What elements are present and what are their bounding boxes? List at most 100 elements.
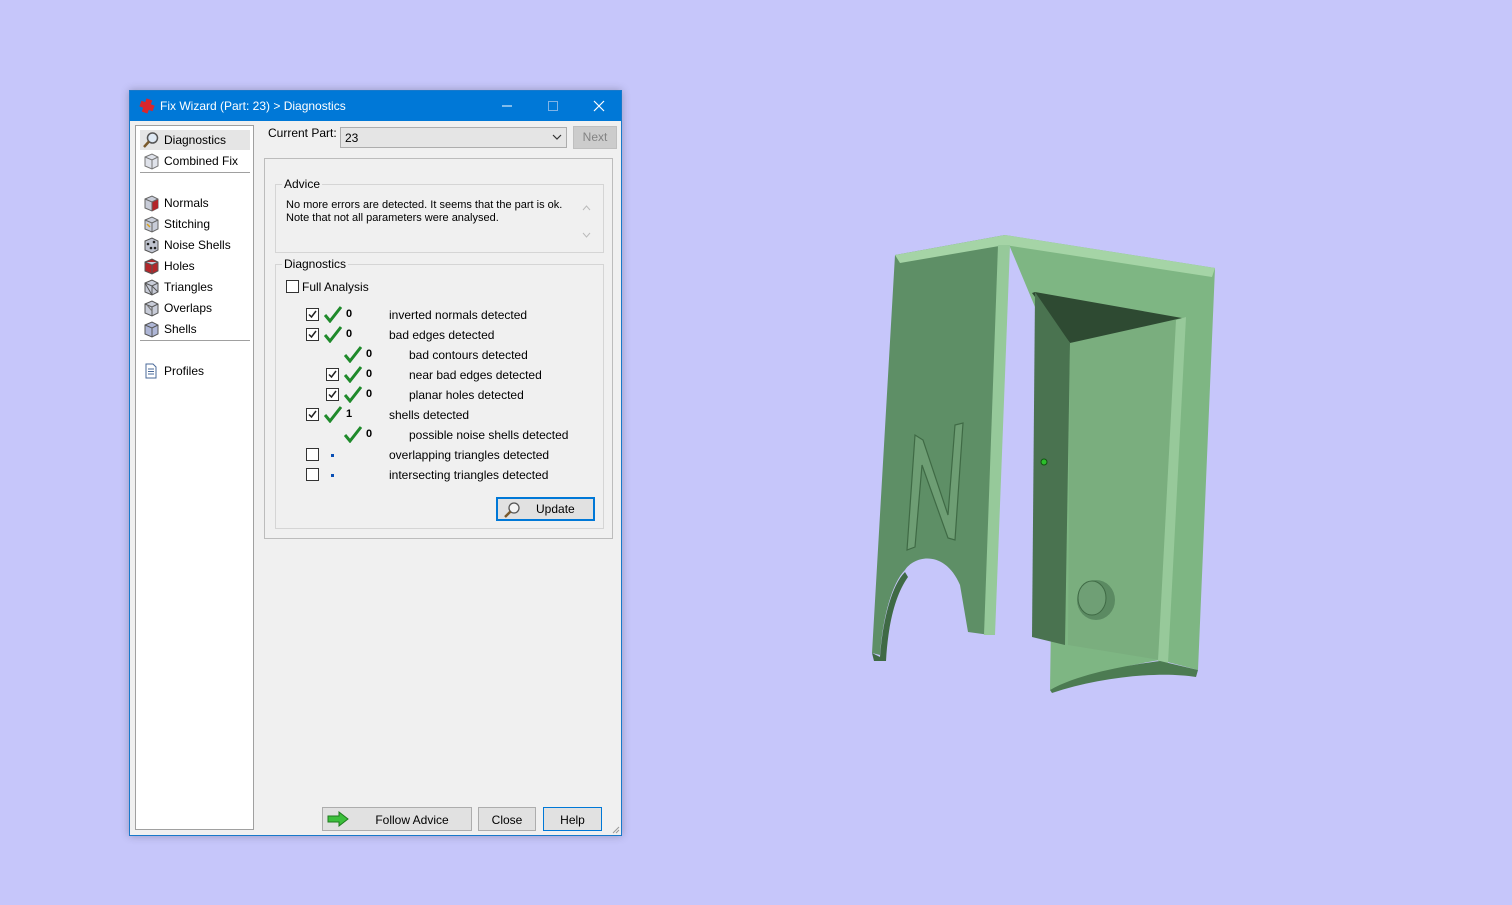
sidebar-item-overlaps[interactable]: Overlaps <box>140 298 250 318</box>
minimize-button[interactable] <box>484 91 530 121</box>
help-label: Help <box>560 813 585 827</box>
checkmark-icon <box>328 370 337 379</box>
resize-grip-icon[interactable] <box>610 824 620 834</box>
update-button[interactable]: Update <box>496 497 595 521</box>
sidebar-item-label: Triangles <box>164 280 213 294</box>
sidebar-item-diagnostics[interactable]: Diagnostics <box>140 130 250 150</box>
follow-advice-label: Follow Advice <box>375 813 449 827</box>
diagnostic-checkbox[interactable] <box>306 468 319 481</box>
checkmark-icon <box>308 410 317 419</box>
ok-check-icon <box>343 386 363 406</box>
fix-wizard-window: Fix Wizard (Part: 23) > Diagnostics Diag… <box>129 90 622 836</box>
ok-check-icon <box>323 326 343 346</box>
stitching-cube-icon <box>144 216 159 233</box>
maximize-icon <box>548 101 558 111</box>
diagnostic-row: intersecting triangles detected <box>276 465 603 485</box>
diagnostic-row: 0 planar holes detected <box>276 385 603 405</box>
cube-icon <box>144 153 159 170</box>
ok-check-icon <box>323 406 343 426</box>
checkmark-icon <box>328 390 337 399</box>
magnifier-icon <box>504 502 520 518</box>
ok-check-icon <box>343 346 363 366</box>
diagnostic-count: 0 <box>346 308 353 320</box>
diagnostics-group: Diagnostics Full Analysis 0 inverted norm… <box>275 257 604 529</box>
sidebar-item-label: Overlaps <box>164 301 213 315</box>
help-button[interactable]: Help <box>543 807 602 831</box>
close-window-button[interactable] <box>576 91 622 121</box>
diagnostic-count: 0 <box>366 388 373 400</box>
sidebar-item-profiles[interactable]: Profiles <box>140 361 250 381</box>
diagnostic-label: inverted normals detected <box>389 308 528 322</box>
overlaps-cube-icon <box>144 300 159 317</box>
sidebar-item-label: Profiles <box>164 364 205 378</box>
noise-shells-icon <box>144 237 159 254</box>
current-part-select[interactable]: 23 <box>340 127 567 148</box>
chevron-down-icon <box>552 134 562 140</box>
ok-check-icon <box>343 366 363 386</box>
sidebar-item-noise-shells[interactable]: Noise Shells <box>140 235 250 255</box>
advice-group: Advice No more errors are detected. It s… <box>275 177 604 253</box>
sidebar-item-label: Noise Shells <box>164 238 231 252</box>
sidebar-item-triangles[interactable]: Triangles <box>140 277 250 297</box>
fix-category-sidebar: Diagnostics Combined Fix Normals Stitchi… <box>135 125 254 830</box>
maximize-button[interactable] <box>530 91 576 121</box>
diagnostic-label: bad edges detected <box>389 328 495 342</box>
advice-line-2: Note that not all parameters were analys… <box>286 212 499 224</box>
advice-scrollbar[interactable] <box>578 198 595 244</box>
holes-cube-icon <box>144 258 159 275</box>
diagnostic-checkbox[interactable] <box>306 308 319 321</box>
next-button[interactable]: Next <box>573 126 617 149</box>
shells-cube-icon <box>144 321 159 338</box>
3d-part-model[interactable] <box>860 225 1230 705</box>
triangles-cube-icon <box>144 279 159 296</box>
close-button[interactable]: Close <box>478 807 536 831</box>
diagnostic-checkbox[interactable] <box>306 448 319 461</box>
diagnostic-row: 0 bad contours detected <box>276 345 603 365</box>
diagnostic-label: possible noise shells detected <box>409 428 569 442</box>
diagnostic-label: shells detected <box>389 408 470 422</box>
sidebar-item-holes[interactable]: Holes <box>140 256 250 276</box>
sidebar-item-normals[interactable]: Normals <box>140 193 250 213</box>
sidebar-item-label: Diagnostics <box>164 133 227 147</box>
diagnostic-checkbox[interactable] <box>326 368 339 381</box>
update-button-label: Update <box>536 502 575 516</box>
close-icon <box>593 100 605 112</box>
diagnostic-row: 1 shells detected <box>276 405 603 425</box>
diagnostic-label: near bad edges detected <box>409 368 542 382</box>
checkmark-icon <box>308 310 317 319</box>
close-label: Close <box>491 813 523 827</box>
follow-advice-button[interactable]: Follow Advice <box>322 807 472 831</box>
sidebar-item-combined-fix[interactable]: Combined Fix <box>140 151 250 171</box>
current-part-value: 23 <box>345 131 359 145</box>
sidebar-divider <box>140 340 250 342</box>
minimize-icon <box>502 105 512 107</box>
diagnostic-label: overlapping triangles detected <box>389 448 550 462</box>
diagnostics-panel: Advice No more errors are detected. It s… <box>264 158 613 539</box>
sidebar-item-label: Normals <box>164 196 209 210</box>
title-bar[interactable]: Fix Wizard (Part: 23) > Diagnostics <box>130 91 621 121</box>
diagnostic-label: intersecting triangles detected <box>389 468 549 482</box>
sidebar-item-shells[interactable]: Shells <box>140 319 250 339</box>
sidebar-item-label: Stitching <box>164 217 211 231</box>
sidebar-item-label: Shells <box>164 322 197 336</box>
diagnostic-count: 0 <box>346 328 353 340</box>
full-analysis-checkbox[interactable] <box>286 280 299 293</box>
sidebar-divider <box>140 172 250 174</box>
sidebar-item-label: Holes <box>164 259 195 273</box>
sidebar-item-stitching[interactable]: Stitching <box>140 214 250 234</box>
diagnostic-checkbox[interactable] <box>326 388 339 401</box>
diagnostic-checkbox[interactable] <box>306 328 319 341</box>
window-title: Fix Wizard (Part: 23) > Diagnostics <box>160 99 346 113</box>
not-analysed-dot-icon <box>331 454 334 457</box>
diagnostic-checkbox[interactable] <box>306 408 319 421</box>
advice-title: Advice <box>282 177 323 191</box>
not-analysed-dot-icon <box>331 474 334 477</box>
scroll-arrows-icon <box>582 205 591 238</box>
diagnostic-row: 0 near bad edges detected <box>276 365 603 385</box>
advice-line-1: No more errors are detected. It seems th… <box>286 199 563 211</box>
current-part-label: Current Part: <box>268 126 337 140</box>
ok-check-icon <box>323 306 343 326</box>
advice-text: No more errors are detected. It seems th… <box>286 199 571 225</box>
diagnostic-count: 0 <box>366 348 373 360</box>
diagnostics-title: Diagnostics <box>282 257 349 271</box>
